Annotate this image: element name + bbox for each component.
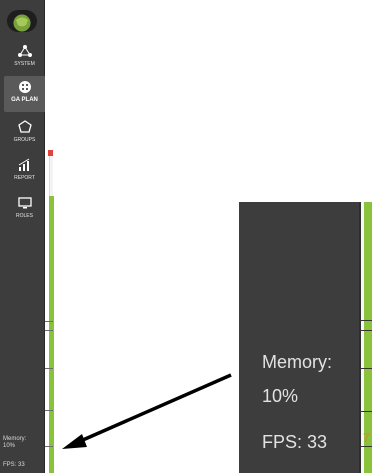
- zoom-map-line: [359, 446, 372, 447]
- fps-readout: FPS: 33: [3, 462, 25, 468]
- network-icon: [17, 45, 32, 57]
- memory-label: Memory:: [3, 436, 27, 442]
- sidebar: SYSTEM GA PLAN GROUPS REPORT ROLES Memor…: [0, 0, 45, 473]
- globe-logo-icon[interactable]: [7, 10, 37, 32]
- map-line: [45, 446, 53, 447]
- zoom-fps-readout: FPS: 33: [262, 432, 328, 452]
- sidebar-item-label: GROUPS: [13, 137, 36, 143]
- sidebar-item-system[interactable]: SYSTEM: [4, 40, 45, 76]
- sidebar-item-label: ROLES: [16, 213, 33, 219]
- map-line: [45, 410, 53, 411]
- sidebar-item-report[interactable]: REPORT: [4, 154, 45, 190]
- zoom-map-line: [359, 368, 372, 369]
- sidebar-item-groups[interactable]: GROUPS: [4, 116, 45, 152]
- zoom-memory-label: Memory:: [262, 352, 333, 372]
- map-green-area: [49, 196, 54, 473]
- sidebar-item-ga-plan[interactable]: GA PLAN: [4, 76, 45, 112]
- zoom-partial-digit: 7: [363, 431, 370, 445]
- zoom-map-line: [359, 330, 372, 331]
- sidebar-item-roles[interactable]: ROLES: [4, 192, 45, 228]
- map-gray-area: [49, 156, 53, 196]
- memory-value: 10%: [3, 443, 16, 449]
- sidebar-item-label: GA PLAN: [11, 97, 38, 103]
- zoom-map-line: [359, 320, 372, 321]
- zoom-map-line: [359, 411, 372, 412]
- sidebar-item-label: REPORT: [14, 175, 35, 181]
- map-view[interactable]: [45, 0, 54, 473]
- map-line: [45, 368, 53, 369]
- map-line: [45, 330, 53, 331]
- grid-dots-icon: [18, 81, 31, 93]
- monitor-icon: [17, 197, 32, 209]
- polygon-group-icon: [17, 120, 32, 133]
- zoom-inset: Memory: 10% FPS: 33 7: [239, 202, 372, 473]
- bar-chart-icon: [18, 158, 29, 171]
- zoom-memory-value: 10%: [262, 386, 299, 406]
- sidebar-item-label: SYSTEM: [14, 61, 35, 67]
- map-line: [45, 321, 53, 322]
